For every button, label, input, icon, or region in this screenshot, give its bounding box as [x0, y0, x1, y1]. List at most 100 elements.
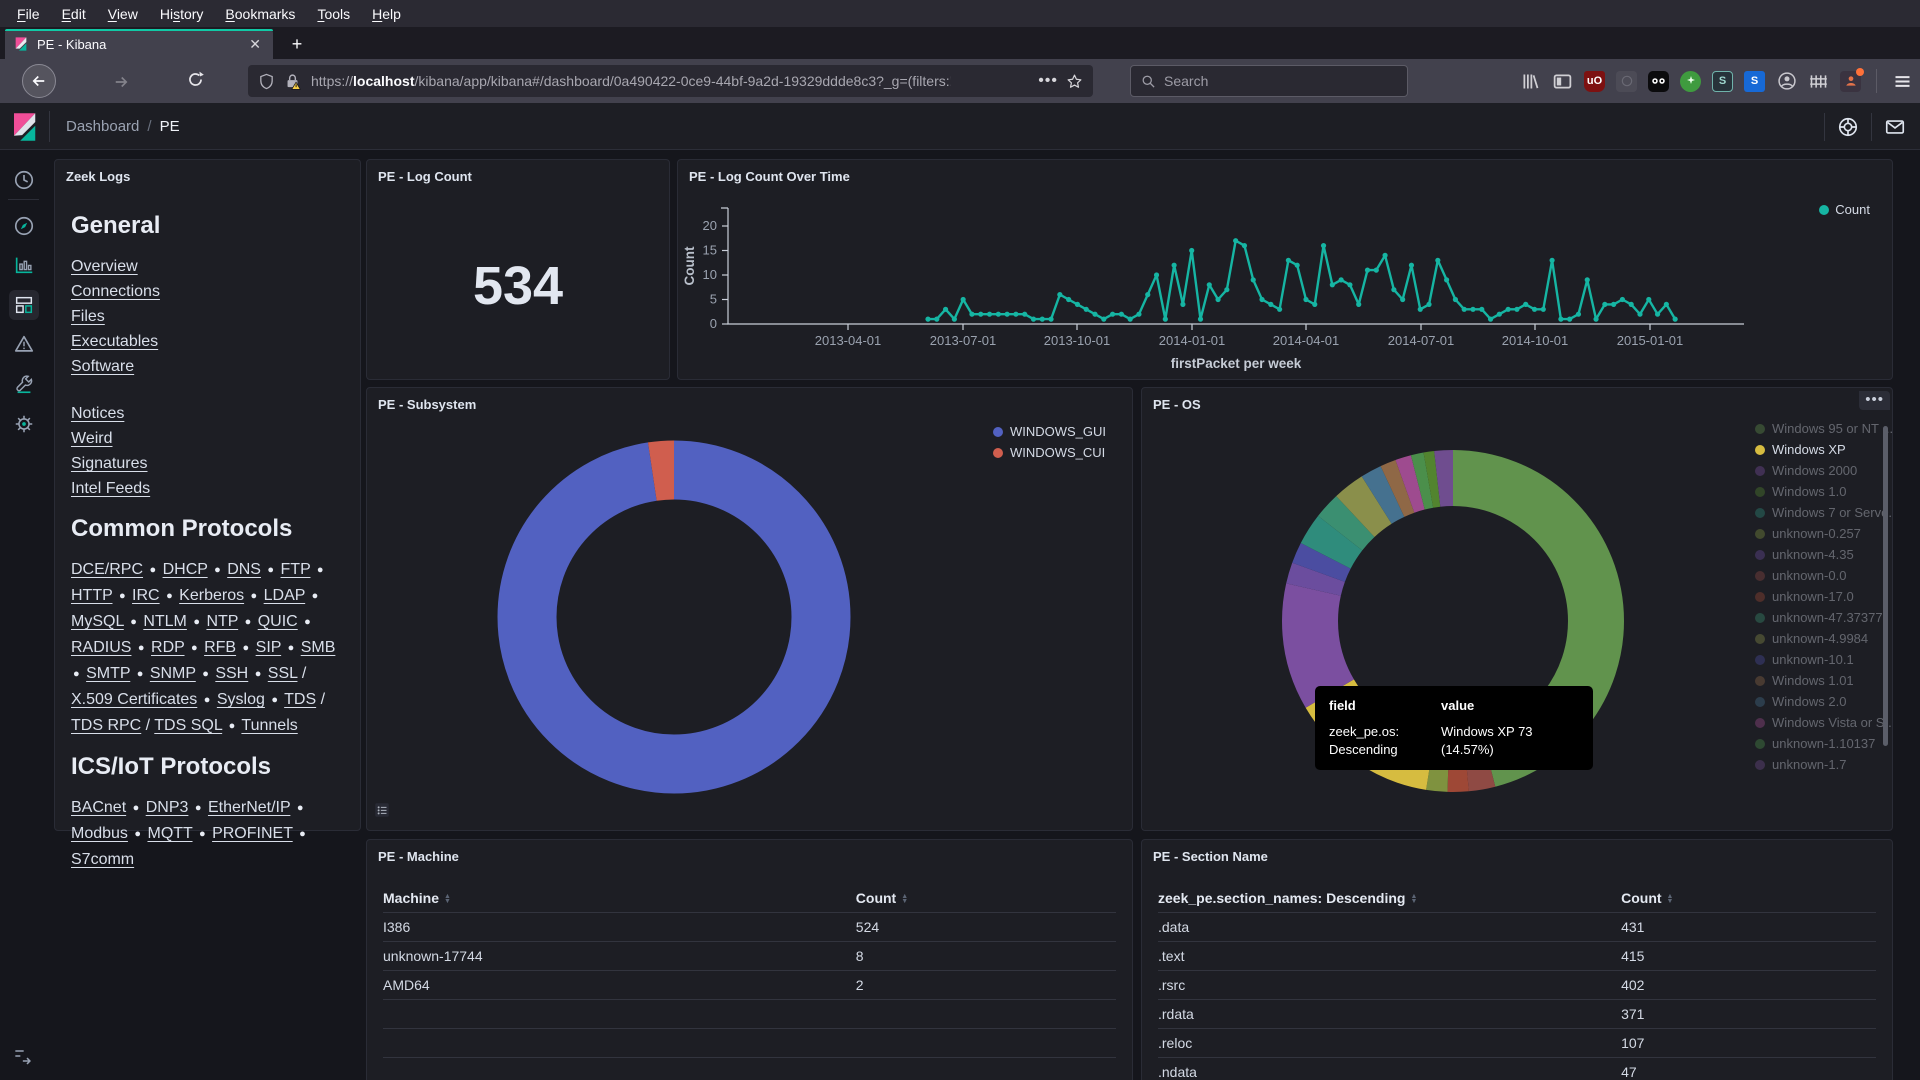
new-tab-button[interactable]: +: [284, 31, 310, 57]
dashboard-icon[interactable]: [9, 290, 39, 320]
management-gear-icon[interactable]: [12, 412, 36, 436]
containers-extension-icon[interactable]: [1808, 71, 1829, 92]
link-dhcp[interactable]: DHCP: [163, 561, 208, 578]
link-rdp[interactable]: RDP: [151, 639, 185, 656]
link-ldap[interactable]: LDAP: [264, 587, 306, 604]
visualize-chart-icon[interactable]: [12, 253, 36, 277]
back-button[interactable]: [22, 64, 56, 98]
sort-icon[interactable]: ▲▼: [901, 894, 908, 904]
link-profinet[interactable]: PROFINET: [212, 825, 293, 842]
panel-title[interactable]: PE - Subsystem: [378, 397, 476, 412]
legend-item-windows-95-or-nt[interactable]: Windows 95 or NT ...: [1755, 421, 1893, 436]
sort-icon[interactable]: ▲▼: [1410, 894, 1417, 904]
sidebar-icon[interactable]: [1552, 71, 1573, 92]
account-icon[interactable]: [1776, 71, 1797, 92]
legend-scrollbar[interactable]: [1883, 426, 1888, 746]
link-s7comm[interactable]: S7comm: [71, 851, 134, 868]
column-header-count[interactable]: Count▲▼: [1621, 890, 1876, 906]
legend-item-windows-7-or-serve[interactable]: Windows 7 or Serve...: [1755, 505, 1893, 520]
link-kerberos[interactable]: Kerberos: [179, 587, 244, 604]
sort-icon[interactable]: ▲▼: [444, 894, 451, 904]
link-ssh[interactable]: SSH: [215, 665, 248, 682]
link-ntp[interactable]: NTP: [206, 613, 238, 630]
link-irc[interactable]: IRC: [132, 587, 160, 604]
kibana-logo[interactable]: [0, 103, 48, 150]
link-connections[interactable]: Connections: [71, 283, 160, 300]
link-tds-sql[interactable]: TDS SQL: [154, 717, 222, 734]
link-syslog[interactable]: Syslog: [217, 691, 265, 708]
pie-slice-windows-gui[interactable]: [527, 470, 821, 764]
link-smtp[interactable]: SMTP: [86, 665, 130, 682]
panel-title[interactable]: Zeek Logs: [66, 169, 130, 184]
privacy-extension-icon[interactable]: [1648, 71, 1669, 92]
link-intel-feeds[interactable]: Intel Feeds: [71, 480, 150, 497]
legend-item-unknown-10-1[interactable]: unknown-10.1: [1755, 652, 1893, 667]
page-actions-ellipsis-icon[interactable]: •••: [1030, 72, 1066, 90]
link-smb[interactable]: SMB: [301, 639, 336, 656]
stylus-extension-icon[interactable]: S: [1712, 71, 1733, 92]
legend-item-unknown-0-0[interactable]: unknown-0.0: [1755, 568, 1893, 583]
link-ethernet-ip[interactable]: EtherNet/IP: [208, 799, 290, 816]
link-modbus[interactable]: Modbus: [71, 825, 128, 842]
line-legend[interactable]: Count: [1819, 202, 1870, 217]
menu-history[interactable]: History: [149, 6, 215, 22]
legend-item-unknown-0-257[interactable]: unknown-0.257: [1755, 526, 1893, 541]
column-header-count[interactable]: Count▲▼: [856, 890, 1116, 906]
legend-item-unknown-1-7[interactable]: unknown-1.7: [1755, 757, 1893, 772]
menu-view[interactable]: View: [97, 6, 149, 22]
link-files[interactable]: Files: [71, 308, 105, 325]
panel-title[interactable]: PE - OS: [1153, 397, 1201, 412]
panel-title[interactable]: PE - Machine: [378, 849, 459, 864]
tab-close-icon[interactable]: ✕: [245, 36, 265, 53]
panel-title[interactable]: PE - Log Count: [378, 169, 472, 184]
blue-s-extension-icon[interactable]: S: [1744, 71, 1765, 92]
legend-item-windows-2000[interactable]: Windows 2000: [1755, 463, 1893, 478]
dock-navigation-icon[interactable]: [12, 1046, 32, 1071]
legend-item-windows-1-01[interactable]: Windows 1.01: [1755, 673, 1893, 688]
link-software[interactable]: Software: [71, 358, 134, 375]
legend-item-windows-2-0[interactable]: Windows 2.0: [1755, 694, 1893, 709]
legend-item-windows-1-0[interactable]: Windows 1.0: [1755, 484, 1893, 499]
browser-tab[interactable]: PE - Kibana ✕: [5, 29, 273, 59]
link-notices[interactable]: Notices: [71, 405, 124, 422]
link-dns[interactable]: DNS: [227, 561, 261, 578]
menu-edit[interactable]: Edit: [51, 6, 97, 22]
legend-item-windows-vista-or-s[interactable]: Windows Vista or S...: [1755, 715, 1893, 730]
legend-item-unknown-1-10137[interactable]: unknown-1.10137: [1755, 736, 1893, 751]
legend-item-unknown-4-35[interactable]: unknown-4.35: [1755, 547, 1893, 562]
tracking-shield-icon[interactable]: [258, 73, 275, 90]
reload-button[interactable]: [186, 70, 205, 89]
column-header-machine[interactable]: Machine▲▼: [383, 890, 856, 906]
link-quic[interactable]: QUIC: [258, 613, 298, 630]
legend-item-unknown-17-0[interactable]: unknown-17.0: [1755, 589, 1893, 604]
panel-title[interactable]: PE - Section Name: [1153, 849, 1268, 864]
link-tds[interactable]: TDS: [284, 691, 316, 708]
link-tunnels[interactable]: Tunnels: [241, 717, 297, 734]
newsfeed-mail-icon[interactable]: [1884, 116, 1906, 138]
link-executables[interactable]: Executables: [71, 333, 158, 350]
discover-compass-icon[interactable]: [12, 214, 36, 238]
legend-item-unknown-4-9984[interactable]: unknown-4.9984: [1755, 631, 1893, 646]
link-weird[interactable]: Weird: [71, 430, 113, 447]
link-ftp[interactable]: FTP: [281, 561, 311, 578]
link-mqtt[interactable]: MQTT: [147, 825, 192, 842]
link-mysql[interactable]: MySQL: [71, 613, 124, 630]
link-bacnet[interactable]: BACnet: [71, 799, 126, 816]
green-extension-icon[interactable]: [1680, 71, 1701, 92]
link-dce-rpc[interactable]: DCE/RPC: [71, 561, 143, 578]
search-bar[interactable]: Search: [1130, 65, 1408, 97]
breadcrumb-dashboard[interactable]: Dashboard: [66, 118, 139, 135]
legend-item-windows-xp[interactable]: Windows XP: [1755, 442, 1893, 457]
help-icon[interactable]: [1837, 116, 1859, 138]
menu-tools[interactable]: Tools: [306, 6, 361, 22]
recently-viewed-clock-icon[interactable]: [12, 168, 36, 192]
proxy-extension-icon[interactable]: [1840, 71, 1861, 92]
legend-item-windows-gui[interactable]: WINDOWS_GUI: [993, 424, 1106, 439]
url-bar[interactable]: https://localhost/kibana/app/kibana#/das…: [248, 65, 1093, 97]
link-snmp[interactable]: SNMP: [150, 665, 196, 682]
link-radius[interactable]: RADIUS: [71, 639, 131, 656]
link-overview[interactable]: Overview: [71, 258, 138, 275]
bookmark-star-icon[interactable]: [1066, 73, 1083, 90]
link-x-509-certificates[interactable]: X.509 Certificates: [71, 691, 197, 708]
lock-warning-icon[interactable]: [284, 73, 301, 90]
